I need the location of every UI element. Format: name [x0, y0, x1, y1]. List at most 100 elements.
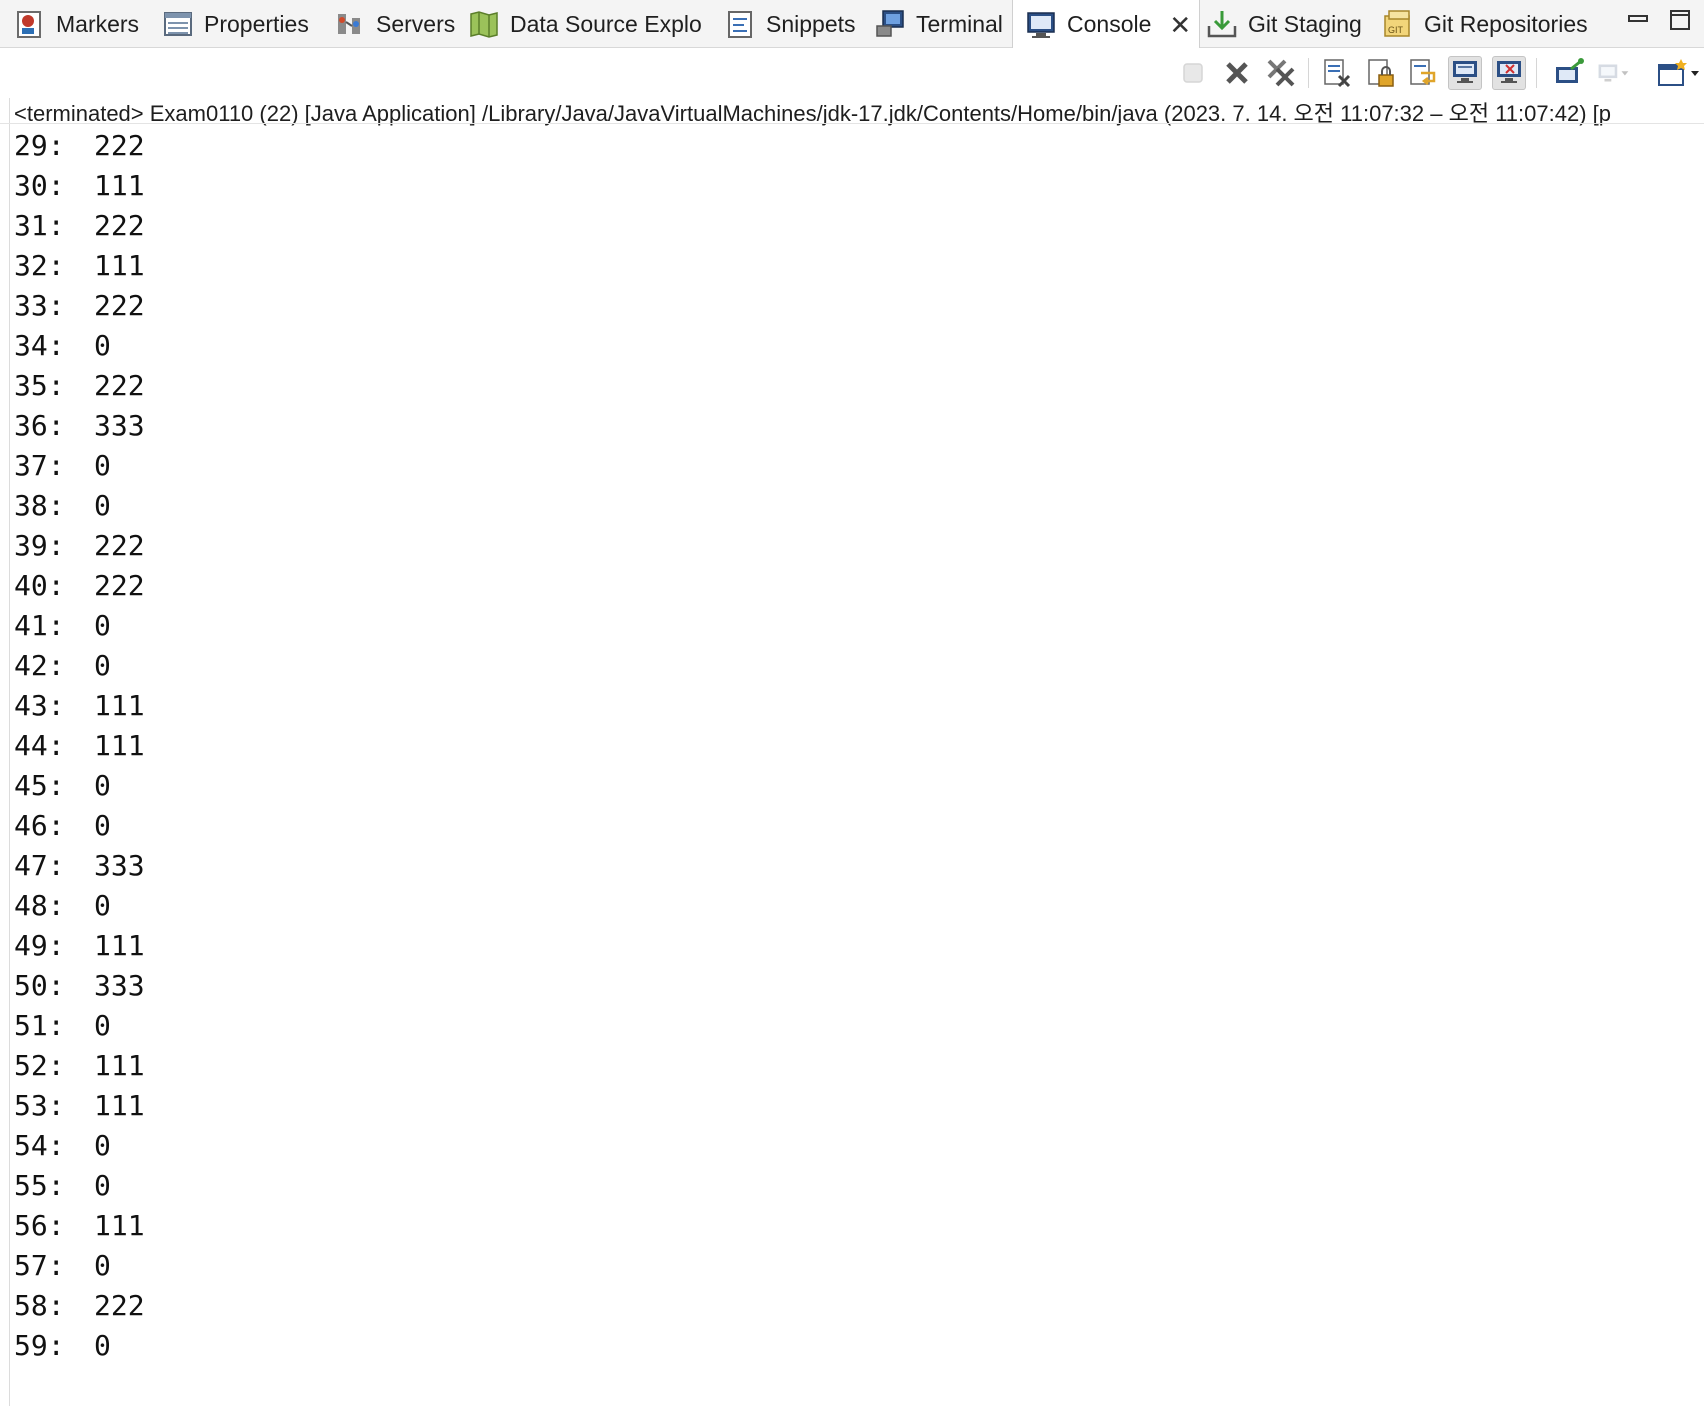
- console-line: 40: 222: [14, 566, 145, 606]
- console-line: 55: 0: [14, 1166, 145, 1206]
- tab-properties[interactable]: Properties: [162, 0, 309, 48]
- tab-label: Markers: [56, 10, 140, 37]
- tab-servers[interactable]: Servers: [334, 0, 455, 48]
- line-value: 222: [94, 129, 145, 162]
- console-line: 47: 333: [14, 846, 145, 886]
- line-value: 222: [94, 289, 145, 322]
- tab-console[interactable]: Console ✕: [1012, 0, 1200, 49]
- tab-terminal[interactable]: Terminal: [874, 0, 1003, 48]
- console-line: 31: 222: [14, 206, 145, 246]
- line-value: 0: [94, 769, 111, 802]
- tab-git-repositories[interactable]: GIT Git Repositories: [1382, 0, 1588, 48]
- line-index: 58:: [14, 1289, 65, 1322]
- line-value: 111: [94, 1089, 145, 1122]
- status-divider: [0, 123, 1704, 124]
- line-index: 29:: [14, 129, 65, 162]
- line-value: 0: [94, 489, 111, 522]
- console-line: 38: 0: [14, 486, 145, 526]
- tab-label: Git Staging: [1248, 10, 1362, 37]
- show-on-stdout-icon[interactable]: [1448, 56, 1482, 90]
- git-repositories-icon: GIT: [1382, 8, 1414, 40]
- markers-icon: [14, 8, 46, 40]
- console-output[interactable]: 29: 222 30: 111 31: 222 32: 111 33: 222 34: 0 35: 222…: [14, 126, 145, 1366]
- tab-snippets[interactable]: Snippets: [724, 0, 856, 48]
- console-line: 46: 0: [14, 806, 145, 846]
- line-value: 0: [94, 809, 111, 842]
- line-index: 46:: [14, 809, 65, 842]
- line-value: 111: [94, 929, 145, 962]
- terminal-icon: [874, 8, 906, 40]
- line-index: 33:: [14, 289, 65, 322]
- line-index: 34:: [14, 329, 65, 362]
- console-line: 56: 111: [14, 1206, 145, 1246]
- tab-markers[interactable]: Markers: [14, 0, 139, 48]
- console-line: 51: 0: [14, 1006, 145, 1046]
- line-index: 36:: [14, 409, 65, 442]
- remove-all-terminated-icon[interactable]: [1264, 56, 1298, 90]
- tab-label: Snippets: [766, 10, 856, 37]
- console-line: 52: 111: [14, 1046, 145, 1086]
- line-index: 59:: [14, 1329, 65, 1362]
- line-index: 41:: [14, 609, 65, 642]
- line-value: 0: [94, 1009, 111, 1042]
- line-value: 222: [94, 209, 145, 242]
- line-index: 39:: [14, 529, 65, 562]
- word-wrap-icon[interactable]: [1406, 56, 1440, 90]
- properties-icon: [162, 8, 194, 40]
- line-index: 45:: [14, 769, 65, 802]
- console-line: 48: 0: [14, 886, 145, 926]
- console-line: 53: 111: [14, 1086, 145, 1126]
- view-tab-bar: Markers Properties Servers Data Source E…: [0, 0, 1704, 49]
- line-index: 40:: [14, 569, 65, 602]
- line-index: 48:: [14, 889, 65, 922]
- line-value: 0: [94, 649, 111, 682]
- line-value: 111: [94, 169, 145, 202]
- line-value: 222: [94, 369, 145, 402]
- display-selected-console-icon[interactable]: [1596, 56, 1630, 90]
- console-line: 29: 222: [14, 126, 145, 166]
- line-index: 35:: [14, 369, 65, 402]
- scroll-lock-icon[interactable]: [1364, 56, 1398, 90]
- clear-console-icon[interactable]: [1320, 56, 1354, 90]
- remove-launch-icon[interactable]: [1220, 56, 1254, 90]
- snippets-icon: [724, 8, 756, 40]
- line-value: 111: [94, 249, 145, 282]
- line-value: 0: [94, 609, 111, 642]
- tab-git-staging[interactable]: Git Staging: [1206, 0, 1362, 48]
- line-index: 52:: [14, 1049, 65, 1082]
- console-line: 44: 111: [14, 726, 145, 766]
- console-line: 59: 0: [14, 1326, 145, 1366]
- tab-label: Data Source Explo: [510, 10, 702, 37]
- line-index: 56:: [14, 1209, 65, 1242]
- tab-label: Console: [1067, 11, 1152, 37]
- console-toolbar: [0, 48, 1704, 98]
- terminate-icon[interactable]: [1176, 56, 1210, 90]
- maximize-icon[interactable]: [1666, 6, 1694, 34]
- line-value: 333: [94, 849, 145, 882]
- show-on-stderr-icon[interactable]: [1492, 56, 1526, 90]
- console-line: 33: 222: [14, 286, 145, 326]
- console-line: 30: 111: [14, 166, 145, 206]
- line-value: 0: [94, 449, 111, 482]
- console-line: 34: 0: [14, 326, 145, 366]
- servers-icon: [334, 8, 366, 40]
- console-line: 41: 0: [14, 606, 145, 646]
- open-console-icon[interactable]: [1652, 56, 1704, 90]
- console-line: 49: 111: [14, 926, 145, 966]
- tab-label: Terminal: [916, 10, 1003, 37]
- line-index: 55:: [14, 1169, 65, 1202]
- line-index: 31:: [14, 209, 65, 242]
- line-index: 43:: [14, 689, 65, 722]
- console-line: 57: 0: [14, 1246, 145, 1286]
- minimize-icon[interactable]: [1624, 6, 1652, 34]
- line-value: 333: [94, 969, 145, 1002]
- line-index: 50:: [14, 969, 65, 1002]
- line-value: 222: [94, 569, 145, 602]
- tab-data-source-explorer[interactable]: Data Source Explo: [468, 0, 702, 48]
- pin-console-icon[interactable]: [1552, 56, 1586, 90]
- line-value: 0: [94, 329, 111, 362]
- line-index: 32:: [14, 249, 65, 282]
- line-index: 44:: [14, 729, 65, 762]
- console-line: 37: 0: [14, 446, 145, 486]
- close-icon[interactable]: ✕: [1169, 12, 1191, 38]
